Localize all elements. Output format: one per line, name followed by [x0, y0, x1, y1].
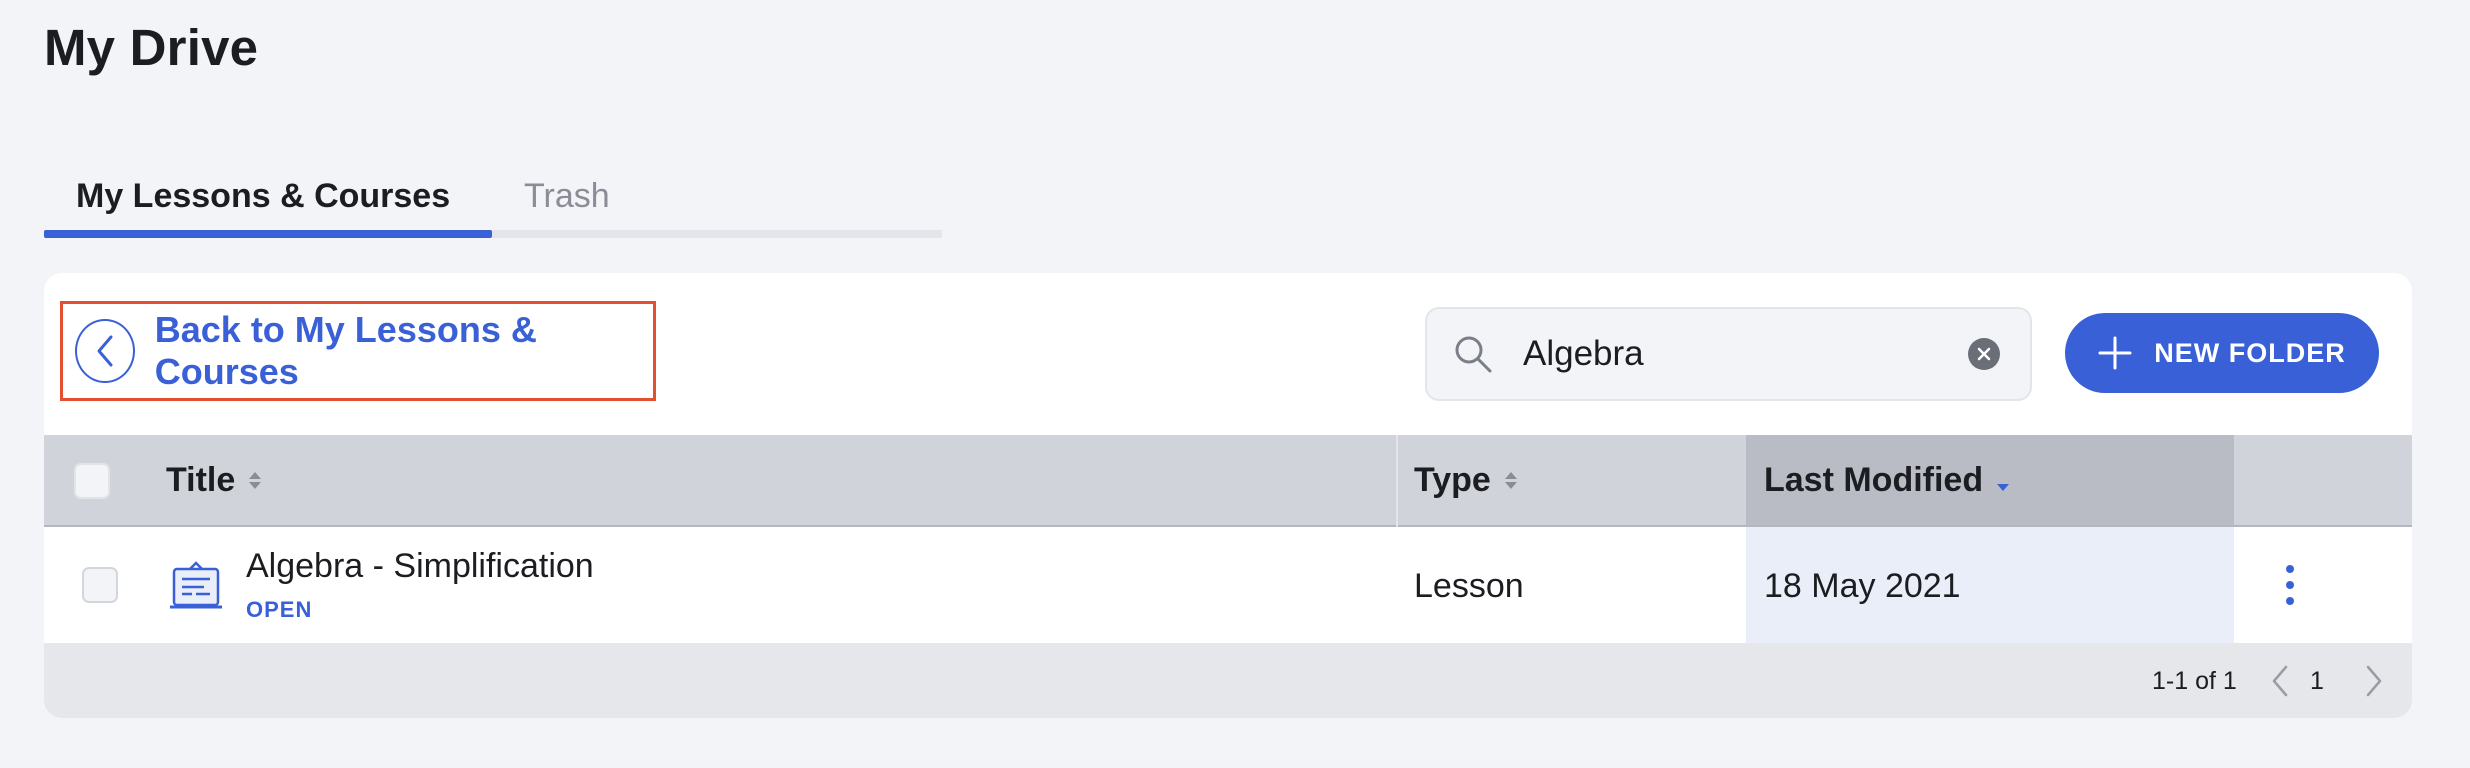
page-title: My Drive: [44, 19, 259, 76]
tab-label: My Lessons & Courses: [76, 177, 451, 215]
sort-desc-icon: [1997, 483, 2010, 491]
search-icon: [1455, 336, 1492, 373]
search-box: [1425, 307, 2032, 401]
back-to-lessons-button[interactable]: Back to My Lessons & Courses: [60, 301, 656, 401]
new-folder-label: NEW FOLDER: [2154, 337, 2346, 368]
column-header-title[interactable]: Title: [166, 435, 262, 525]
select-all-checkbox[interactable]: [74, 463, 110, 499]
table-header: Title Type Last Modified: [44, 435, 2412, 527]
row-type: Lesson: [1414, 567, 1524, 605]
tab-bar: My Lessons & Courses Trash: [44, 166, 942, 238]
tab-my-lessons-courses[interactable]: My Lessons & Courses: [44, 166, 492, 238]
chevron-left-icon: [75, 319, 135, 383]
open-link[interactable]: OPEN: [246, 597, 312, 623]
table-row[interactable]: Algebra - Simplification OPEN Lesson 18 …: [44, 527, 2412, 643]
column-header-type[interactable]: Type: [1414, 435, 1517, 525]
sort-icon: [1504, 471, 1517, 489]
more-options-icon[interactable]: [2278, 565, 2302, 605]
row-last-modified: 18 May 2021: [1764, 567, 1961, 605]
row-checkbox[interactable]: [82, 567, 118, 603]
content-card: Back to My Lessons & Courses NEW FOLDER …: [44, 273, 2412, 718]
back-link-label: Back to My Lessons & Courses: [154, 309, 537, 392]
row-title[interactable]: Algebra - Simplification: [246, 547, 594, 586]
new-folder-button[interactable]: NEW FOLDER: [2065, 313, 2379, 393]
active-tab-indicator: [44, 230, 492, 238]
clear-search-icon[interactable]: [1968, 338, 2000, 370]
column-title-label: Title: [166, 460, 236, 499]
search-input[interactable]: [1521, 333, 1965, 375]
current-page: 1: [2310, 667, 2324, 695]
sort-icon: [249, 471, 262, 489]
table-footer: 1-1 of 1 1: [44, 643, 2412, 718]
plus-icon: [2098, 336, 2132, 370]
pagination-summary: 1-1 of 1: [2152, 667, 2237, 695]
column-header-last-modified[interactable]: Last Modified: [1764, 435, 2010, 525]
column-type-label: Type: [1414, 460, 1491, 499]
next-page-icon[interactable]: [2360, 663, 2388, 699]
column-last-modified-label: Last Modified: [1764, 460, 1984, 499]
tab-trash[interactable]: Trash: [524, 166, 610, 230]
lesson-icon: [170, 561, 222, 609]
previous-page-icon[interactable]: [2266, 663, 2294, 699]
